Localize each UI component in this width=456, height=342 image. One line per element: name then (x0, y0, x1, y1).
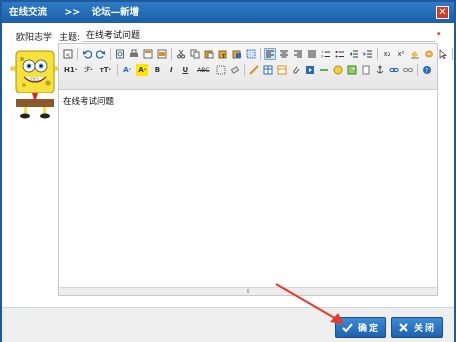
media-icon[interactable] (304, 64, 316, 76)
title-separator: >> (64, 7, 81, 18)
copy-icon[interactable] (189, 48, 201, 60)
hr-icon[interactable] (318, 64, 330, 76)
toolbar-separator (377, 48, 378, 60)
toolbar-separator (77, 48, 78, 60)
subscript-icon[interactable]: x₂ (381, 48, 393, 60)
eraser-icon[interactable] (229, 64, 241, 76)
template-icon[interactable] (142, 48, 154, 60)
font-size-dropdown[interactable]: ᴛT· (98, 64, 114, 76)
subject-input[interactable] (83, 28, 435, 42)
toolbar-row-1: < T 1 2 x₂ x² (62, 46, 456, 62)
remove-format-icon[interactable] (409, 48, 421, 60)
editor-body[interactable]: 在线考试问题 (59, 91, 437, 288)
clear-icon[interactable] (423, 48, 435, 60)
ordered-list-icon[interactable]: 12 (320, 48, 332, 60)
unlink-icon[interactable] (402, 64, 414, 76)
emoticon-icon[interactable] (332, 64, 344, 76)
author-name: 欧阳志学 (16, 33, 53, 43)
table-icon[interactable] (262, 64, 274, 76)
dialog-footer: 确定 关闭 (2, 307, 454, 342)
toolbar-separator (244, 64, 246, 76)
print-icon[interactable] (128, 48, 140, 60)
toolbar-separator (452, 48, 453, 60)
undo-icon[interactable] (81, 48, 93, 60)
subject-label: 主题: (59, 33, 81, 43)
toolbar-separator (417, 64, 419, 76)
align-right-icon[interactable] (292, 48, 304, 60)
paste-icon[interactable] (203, 48, 215, 60)
annotation-arrow (275, 283, 344, 324)
close-button[interactable]: 关闭 (391, 317, 443, 338)
rich-text-editor: < T 1 2 x₂ x² H1· ℱ· ᴛT· A· A· B I U ABC… (58, 43, 453, 296)
spongebob-avatar (10, 50, 60, 119)
cut-icon[interactable] (175, 48, 187, 60)
table-grid-icon[interactable] (215, 64, 227, 76)
select-icon[interactable] (437, 48, 449, 60)
close-icon[interactable]: ✕ (436, 6, 449, 19)
redo-icon[interactable] (95, 48, 107, 60)
indent-icon[interactable] (362, 48, 374, 60)
toolbar-row-2: H1· ℱ· ᴛT· A· A· B I U ABC ? (62, 62, 435, 78)
superscript-icon[interactable]: x² (395, 48, 407, 60)
close-label: 关闭 (414, 324, 437, 334)
draw-icon[interactable] (248, 64, 260, 76)
toolbar-separator (260, 48, 261, 60)
toolbar-separator (110, 48, 111, 60)
italic-icon[interactable]: I (165, 64, 177, 76)
dialog-window: 在线交流 >> 论坛—新增 ✕ 欧阳志学 主题: ▾ (0, 0, 456, 342)
link-icon[interactable] (388, 64, 400, 76)
dialog-title-bar: 在线交流 >> 论坛—新增 ✕ (2, 2, 454, 23)
svg-text:<: < (66, 52, 71, 59)
justify-icon[interactable] (306, 48, 318, 60)
anchor-icon[interactable] (374, 64, 386, 76)
title-section: 在线交流 (9, 7, 48, 18)
paste-text-icon[interactable]: T (217, 48, 229, 60)
font-color-dropdown[interactable]: A· (121, 64, 133, 76)
x-icon (398, 322, 409, 333)
svg-text:?: ? (425, 68, 428, 75)
source-icon[interactable]: < (62, 48, 74, 60)
title-page: 论坛—新增 (91, 7, 140, 18)
editor-toolbar: < T 1 2 x₂ x² H1· ℱ· ᴛT· A· A· B I U ABC… (59, 44, 453, 90)
font-family-dropdown[interactable]: ℱ· (82, 64, 94, 76)
heading-dropdown[interactable]: H1· (62, 64, 79, 76)
svg-text:1: 1 (321, 50, 323, 54)
select-all-icon[interactable] (245, 48, 257, 60)
image-icon[interactable] (346, 64, 358, 76)
page-break-icon[interactable] (360, 64, 372, 76)
preview-icon[interactable] (114, 48, 126, 60)
required-mark: ▾ (437, 30, 441, 38)
bold-icon[interactable]: B (151, 64, 163, 76)
toolbar-separator (117, 64, 119, 76)
dialog-content: 欧阳志学 主题: ▾ (2, 23, 454, 307)
unordered-list-icon[interactable] (334, 48, 346, 60)
paste-word-icon[interactable] (231, 48, 243, 60)
help-icon[interactable]: ? (421, 64, 433, 76)
table-edit-icon[interactable] (276, 64, 288, 76)
svg-text:2: 2 (321, 55, 323, 59)
underline-icon[interactable]: U (179, 64, 191, 76)
outdent-icon[interactable] (348, 48, 360, 60)
strikethrough-icon[interactable]: ABC (193, 64, 213, 76)
highlight-dropdown[interactable]: A· (136, 64, 149, 76)
toolbar-separator (171, 48, 172, 60)
resize-handle[interactable]: ⇕ (59, 287, 437, 295)
align-left-icon[interactable] (264, 48, 276, 60)
code-icon[interactable] (156, 48, 168, 60)
attachment-icon[interactable] (290, 64, 302, 76)
align-center-icon[interactable] (278, 48, 290, 60)
